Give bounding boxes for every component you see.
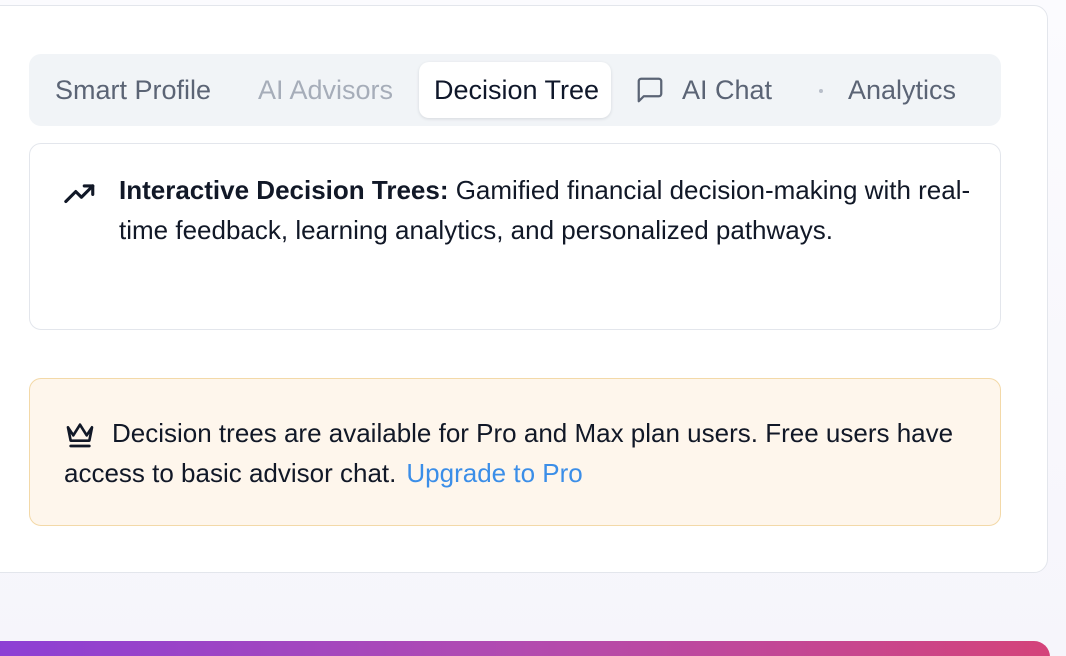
tab-label: Decision Tree bbox=[434, 74, 600, 105]
upgrade-message: Decision trees are available for Pro and… bbox=[64, 413, 984, 493]
feature-info-box: Interactive Decision Trees: Gamified fin… bbox=[29, 143, 1001, 330]
message-square-icon bbox=[635, 75, 665, 105]
tab-analytics[interactable]: Analytics bbox=[819, 62, 956, 118]
tab-ai-chat[interactable]: AI Chat bbox=[635, 62, 772, 118]
tab-label: Smart Profile bbox=[55, 74, 212, 105]
feature-title: Interactive Decision Trees: bbox=[119, 175, 449, 205]
upgrade-to-pro-link[interactable]: Upgrade to Pro bbox=[406, 458, 582, 488]
tab-label: Analytics bbox=[848, 74, 957, 105]
upgrade-notice: Decision trees are available for Pro and… bbox=[29, 378, 1001, 526]
tab-label: AI Chat bbox=[682, 74, 773, 105]
tab-smart-profile[interactable]: Smart Profile bbox=[55, 62, 211, 118]
tab-label: AI Advisors bbox=[258, 74, 394, 105]
tab-ai-advisors[interactable]: AI Advisors bbox=[258, 62, 393, 118]
tab-decision-tree[interactable]: Decision Tree bbox=[419, 62, 611, 118]
page: Smart Profile AI Advisors Decision Tree … bbox=[0, 0, 1066, 656]
tab-bar: Smart Profile AI Advisors Decision Tree … bbox=[29, 54, 1001, 126]
gradient-banner bbox=[0, 641, 1050, 656]
analytics-icon bbox=[819, 89, 823, 93]
feature-description: Interactive Decision Trees: Gamified fin… bbox=[119, 170, 979, 250]
trending-up-icon bbox=[63, 180, 97, 206]
